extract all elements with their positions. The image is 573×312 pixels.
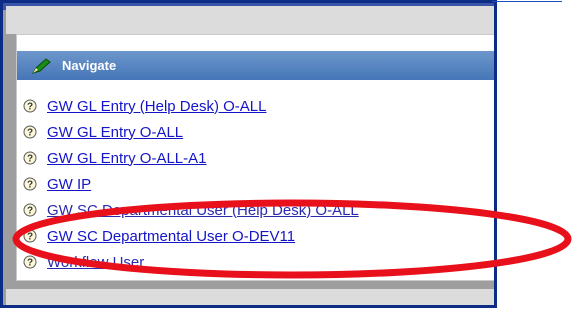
nav-link[interactable]: Workflow User (47, 254, 144, 271)
navigate-title: Navigate (62, 58, 117, 73)
window-status-bar (6, 289, 494, 305)
svg-text:?: ? (27, 154, 33, 165)
question-icon: ? (23, 125, 37, 139)
nav-link[interactable]: GW GL Entry (Help Desk) O-ALL (47, 98, 267, 115)
svg-text:?: ? (27, 258, 33, 269)
window-title-bar (6, 6, 494, 34)
list-item[interactable]: ? GW SC Departmental User O-DEV11 (23, 225, 295, 247)
nav-link[interactable]: GW GL Entry O-ALL (47, 124, 183, 141)
pencil-icon (31, 57, 53, 75)
nav-link[interactable]: GW IP (47, 176, 91, 193)
list-item[interactable]: ? GW IP (23, 173, 91, 195)
question-icon: ? (23, 229, 37, 243)
question-icon: ? (23, 177, 37, 191)
svg-text:?: ? (27, 232, 33, 243)
navigate-panel: Navigate ? GW GL Entry (Help Desk) O-ALL… (16, 34, 494, 281)
question-icon: ? (23, 151, 37, 165)
svg-text:?: ? (27, 206, 33, 217)
nav-link[interactable]: GW GL Entry O-ALL-A1 (47, 150, 207, 167)
svg-text:?: ? (27, 180, 33, 191)
list-item[interactable]: ? GW GL Entry (Help Desk) O-ALL (23, 95, 267, 117)
navigate-header: Navigate (17, 50, 494, 80)
list-item[interactable]: ? Workflow User (23, 251, 144, 273)
nav-link[interactable]: GW SC Departmental User (Help Desk) O-AL… (47, 202, 359, 219)
svg-text:?: ? (27, 128, 33, 139)
question-icon: ? (23, 203, 37, 217)
list-item[interactable]: ? GW SC Departmental User (Help Desk) O-… (23, 199, 359, 221)
nav-link[interactable]: GW SC Departmental User O-DEV11 (47, 228, 295, 245)
svg-text:?: ? (27, 102, 33, 113)
link-underline-fragment (492, 0, 562, 2)
question-icon: ? (23, 99, 37, 113)
app-window: Navigate ? GW GL Entry (Help Desk) O-ALL… (0, 0, 497, 308)
question-icon: ? (23, 255, 37, 269)
list-item[interactable]: ? GW GL Entry O-ALL-A1 (23, 147, 207, 169)
list-item[interactable]: ? GW GL Entry O-ALL (23, 121, 183, 143)
